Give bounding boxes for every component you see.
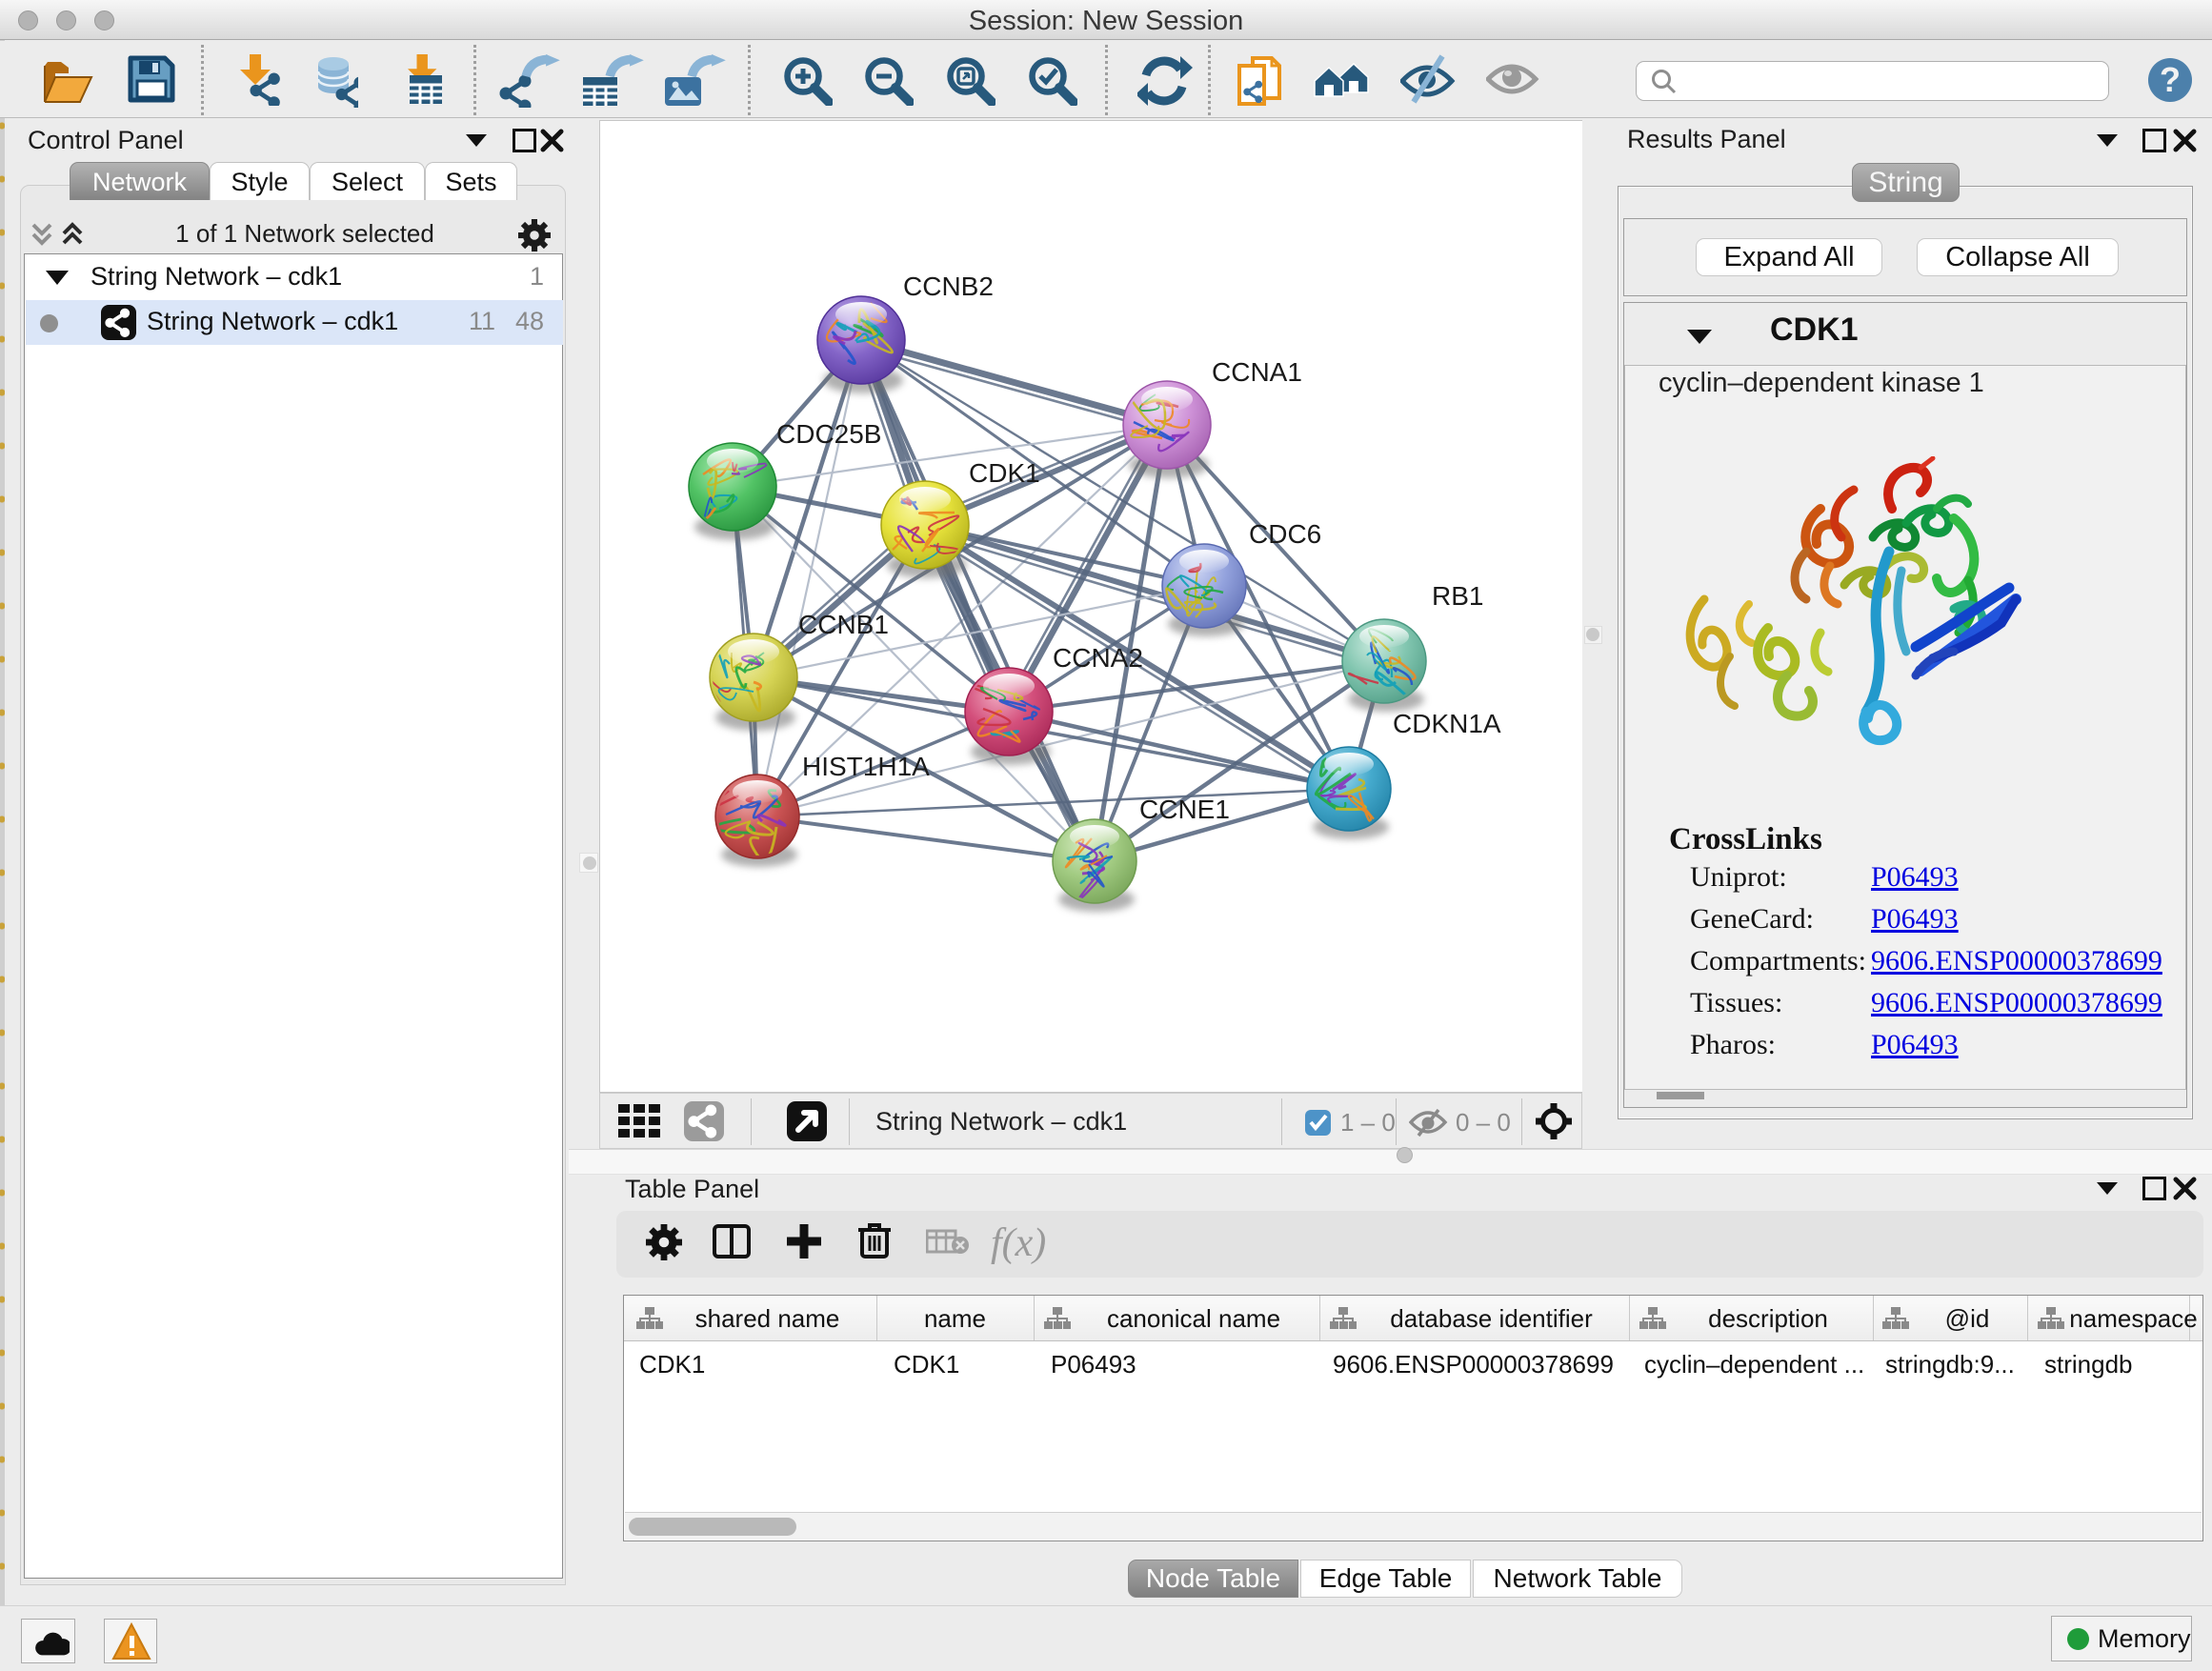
svg-text:CCNB2: CCNB2 [903, 272, 994, 301]
svg-text:CDK1: CDK1 [969, 458, 1040, 488]
svg-text:CCNE1: CCNE1 [1139, 795, 1230, 824]
svg-text:CDKN1A: CDKN1A [1393, 709, 1501, 738]
svg-text:CCNA1: CCNA1 [1212, 357, 1302, 387]
svg-text:HIST1H1A: HIST1H1A [802, 752, 930, 781]
svg-text:CCNA2: CCNA2 [1053, 643, 1143, 673]
svg-text:CDC25B: CDC25B [776, 419, 881, 449]
svg-text:RB1: RB1 [1432, 581, 1483, 611]
svg-text:CCNB1: CCNB1 [798, 610, 889, 639]
svg-text:CDC6: CDC6 [1249, 519, 1321, 549]
